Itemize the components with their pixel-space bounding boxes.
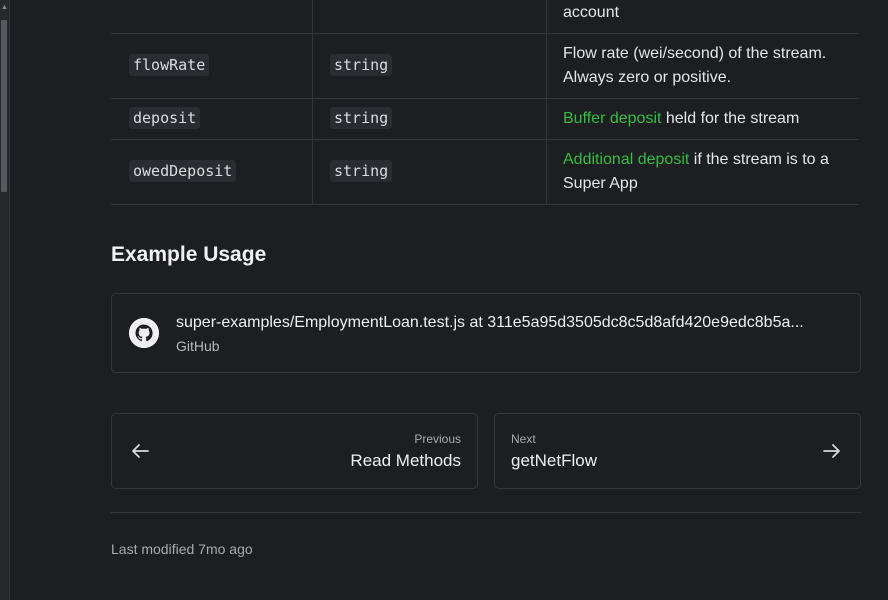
param-name-code: owedDeposit xyxy=(129,160,237,182)
next-label: Next xyxy=(511,432,536,446)
table-row: owedDeposit string Additional deposit if… xyxy=(111,139,859,205)
footer-divider xyxy=(111,512,861,513)
param-desc-cell: Buffer deposit held for the stream xyxy=(546,98,859,140)
embed-source-label: GitHub xyxy=(176,338,220,354)
previous-title: Read Methods xyxy=(350,451,461,470)
main-content: account flowRate string Flow rate (wei/s… xyxy=(111,0,861,557)
param-type-code: string xyxy=(330,107,393,129)
table-row: account xyxy=(111,0,859,34)
param-name-code: flowRate xyxy=(129,54,210,76)
arrow-right-icon xyxy=(823,444,840,458)
scrollbar-thumb[interactable] xyxy=(1,20,7,192)
param-desc-cell: Flow rate (wei/second) of the stream. Al… xyxy=(546,33,859,99)
scrollbar[interactable]: ▲ xyxy=(0,0,10,600)
last-modified-text: Last modified 7mo ago xyxy=(111,541,253,557)
param-name-cell: deposit xyxy=(111,98,313,140)
buffer-deposit-link[interactable]: Buffer deposit xyxy=(563,110,661,127)
param-desc-cell: account xyxy=(546,0,859,34)
next-title: getNetFlow xyxy=(511,451,597,470)
table-row: deposit string Buffer deposit held for t… xyxy=(111,98,859,140)
param-type-cell: string xyxy=(312,139,547,205)
param-name-cell xyxy=(111,0,313,34)
arrow-left-icon xyxy=(132,444,149,458)
param-type-code: string xyxy=(330,160,393,182)
embed-title-link[interactable]: super-examples/EmploymentLoan.test.js at… xyxy=(176,314,846,332)
param-desc-cell: Additional deposit if the stream is to a… xyxy=(546,139,859,205)
scroll-up-arrow-icon[interactable]: ▲ xyxy=(0,0,9,16)
param-type-code: string xyxy=(330,54,393,76)
param-desc-text: Flow rate (wei/second) of the stream. Al… xyxy=(563,44,827,86)
table-row: flowRate string Flow rate (wei/second) o… xyxy=(111,33,859,99)
parameters-table: account flowRate string Flow rate (wei/s… xyxy=(111,0,859,205)
param-name-code: deposit xyxy=(129,107,201,129)
param-desc-text: held for the stream xyxy=(661,109,800,127)
github-embed-card[interactable]: super-examples/EmploymentLoan.test.js at… xyxy=(111,293,861,373)
param-type-cell: string xyxy=(312,33,547,99)
additional-deposit-link[interactable]: Additional deposit xyxy=(563,151,689,168)
param-desc-text: account xyxy=(563,4,620,21)
github-icon xyxy=(129,318,159,348)
example-usage-heading: Example Usage xyxy=(111,243,267,266)
param-type-cell xyxy=(312,0,547,34)
next-page-link[interactable]: Next getNetFlow xyxy=(494,413,861,489)
param-name-cell: owedDeposit xyxy=(111,139,313,205)
previous-label: Previous xyxy=(414,432,461,446)
param-name-cell: flowRate xyxy=(111,33,313,99)
param-type-cell: string xyxy=(312,98,547,140)
previous-page-link[interactable]: Previous Read Methods xyxy=(111,413,478,489)
